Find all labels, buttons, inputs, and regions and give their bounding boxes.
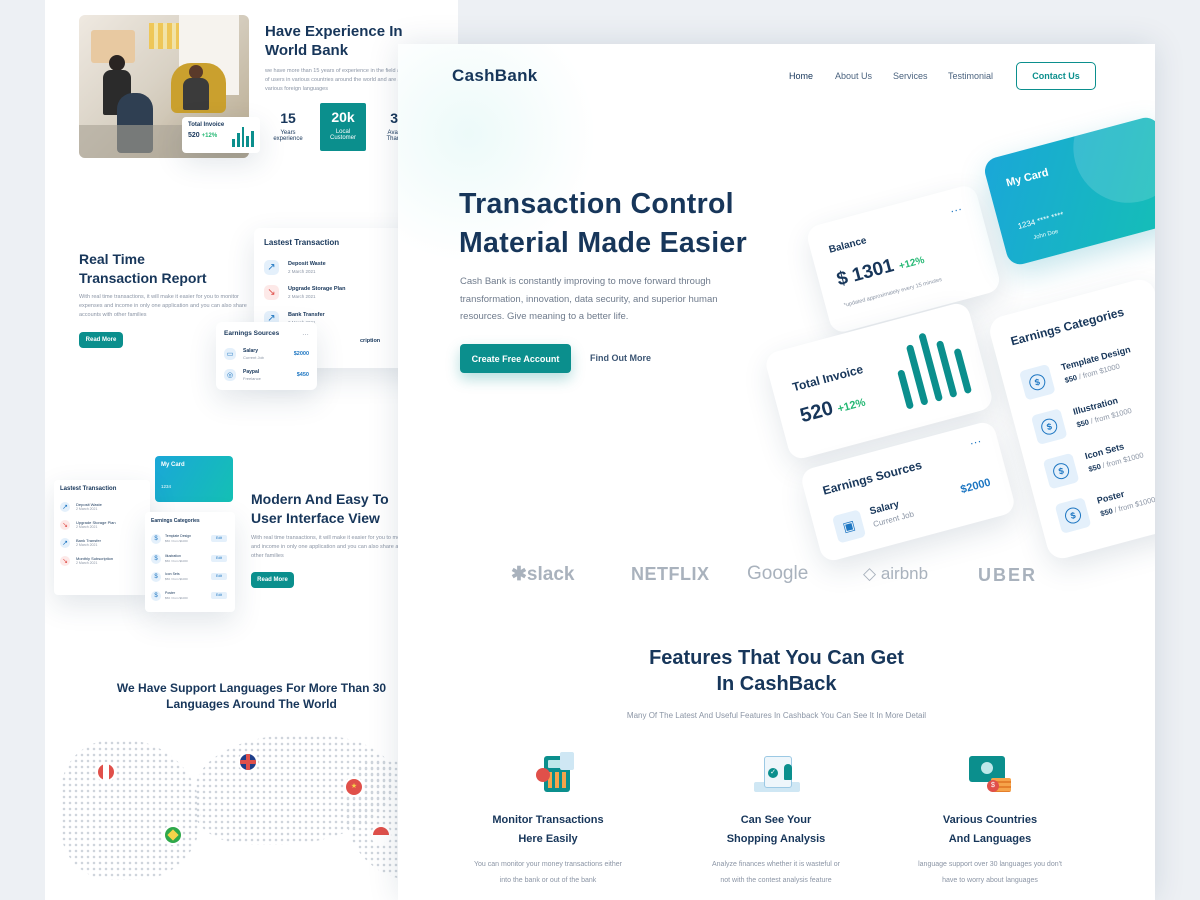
edit-button[interactable]: Edit [211, 535, 227, 542]
stat-years: 15 Years experience [273, 110, 303, 142]
wallet-icon: ▭ [224, 348, 236, 360]
slack-icon: ✱ [511, 564, 527, 585]
paypal-icon: ◎ [224, 369, 236, 381]
earnings-sources-card: Earnings Sources … ▭ Salary Current Job … [216, 322, 317, 390]
document-check-icon: ✓ [754, 752, 800, 792]
mini-bar-icon [232, 127, 254, 147]
create-free-account-button[interactable]: Create Free Account [460, 344, 571, 373]
modern-desc: With real time transactions, it will mak… [251, 535, 418, 559]
calculator-icon [536, 752, 574, 792]
dashboard-widgets: Balance ··· $ 1301 +12% *updated approxi… [763, 104, 1155, 564]
arrow-up-right-icon: ↗ [60, 538, 70, 548]
arrow-down-right-icon: ↘ [60, 520, 70, 530]
invoice-badge: Total Invoice 520 +12% [182, 117, 260, 153]
dollar-icon: $ [151, 572, 161, 582]
world-map [61, 740, 201, 880]
invoice-bar [897, 369, 915, 410]
nav-services[interactable]: Services [893, 71, 928, 81]
mini-earnings-categories-card: Earnings Categories $ Template Design $5… [145, 512, 235, 612]
hero-description: Cash Bank is constantly improving to mov… [460, 276, 718, 322]
slack-logo: ✱slack [511, 564, 575, 585]
my-card: My Card 1234 **** **** John Doe [981, 114, 1155, 268]
back-page-preview: Total Invoice 520 +12% Have Experience I… [45, 0, 458, 900]
brand-logo[interactable]: CashBank [452, 66, 538, 86]
nav-home[interactable]: Home [789, 71, 813, 81]
dollar-icon: $ [151, 591, 161, 601]
modern-title: Modern And Easy To User Interface View [251, 491, 389, 526]
invoice-bar-chart [889, 323, 977, 410]
money-stack-icon: $ [969, 752, 1013, 794]
dollar-icon: $ [1051, 461, 1071, 481]
balance-card: Balance ··· $ 1301 +12% *updated approxi… [804, 183, 1003, 335]
edit-button[interactable]: Edit [211, 555, 227, 562]
main-landing-page: CashBank Home About Us Services Testimon… [398, 44, 1155, 900]
hero-title: Transaction Control Material Made Easier [459, 188, 747, 259]
arrow-up-right-icon: ↗ [60, 502, 70, 512]
china-flag-icon: ★ [346, 779, 362, 795]
nav-testimonial[interactable]: Testimonial [948, 71, 993, 81]
nav-about-us[interactable]: About Us [835, 71, 872, 81]
invoice-bar [953, 347, 973, 395]
airbnb-logo: ◇ airbnb [863, 564, 929, 583]
netflix-logo: NETFLIX [631, 564, 710, 584]
airbnb-icon: ◇ [863, 564, 877, 583]
report-read-more-button[interactable]: Read More [79, 332, 123, 348]
contact-us-button[interactable]: Contact Us [1016, 62, 1096, 90]
features-subtitle: Many Of The Latest And Useful Features I… [626, 711, 927, 720]
indonesia-flag-icon [373, 827, 389, 843]
modern-read-more-button[interactable]: Read More [251, 572, 294, 588]
mini-latest-transaction-card: Lastest Transaction ↗ Deposit Waste 2 Ma… [54, 480, 150, 595]
arrow-down-right-icon: ↘ [264, 285, 279, 300]
experience-desc: we have more than 15 years of experience… [265, 68, 417, 92]
google-logo: Google [747, 563, 809, 584]
dollar-icon: $ [1027, 372, 1048, 393]
edit-button[interactable]: Edit [211, 573, 227, 580]
brazil-flag-icon [165, 827, 181, 843]
uber-logo: UBER [978, 565, 1038, 585]
more-icon[interactable]: ··· [948, 201, 963, 218]
uk-flag-icon [240, 754, 256, 770]
experience-title: Have Experience In World Bank [265, 23, 403, 59]
earnings-categories-card: Earnings Categories $ Template Design $5… [986, 276, 1155, 562]
report-desc: With real time transactions, it will mak… [79, 294, 247, 318]
dollar-icon: $ [151, 554, 161, 564]
features-title: Features That You Can Get In CashBack [649, 647, 904, 695]
dollar-icon: $ [1039, 416, 1060, 437]
mini-my-card: My Card 1234 [155, 456, 233, 502]
find-out-more-link[interactable]: Find Out More [590, 353, 651, 363]
arrow-up-right-icon: ↗ [264, 260, 279, 275]
more-icon[interactable]: ··· [968, 434, 983, 451]
more-icon[interactable]: … [302, 330, 309, 337]
wallet-icon: ▣ [831, 509, 867, 544]
edit-button[interactable]: Edit [211, 592, 227, 599]
showcase-canvas: { "left": { "experience": { "title_line1… [0, 0, 1200, 900]
languages-title: We Have Support Languages For More Than … [116, 681, 387, 711]
dollar-icon: $ [151, 534, 161, 544]
dollar-icon: $ [1063, 505, 1083, 526]
stat-customers: 20k Local Customer [320, 103, 366, 151]
arrow-down-right-icon: ↘ [60, 556, 70, 566]
report-title: Real Time Transaction Report [79, 251, 207, 286]
canada-flag-icon [98, 764, 114, 780]
